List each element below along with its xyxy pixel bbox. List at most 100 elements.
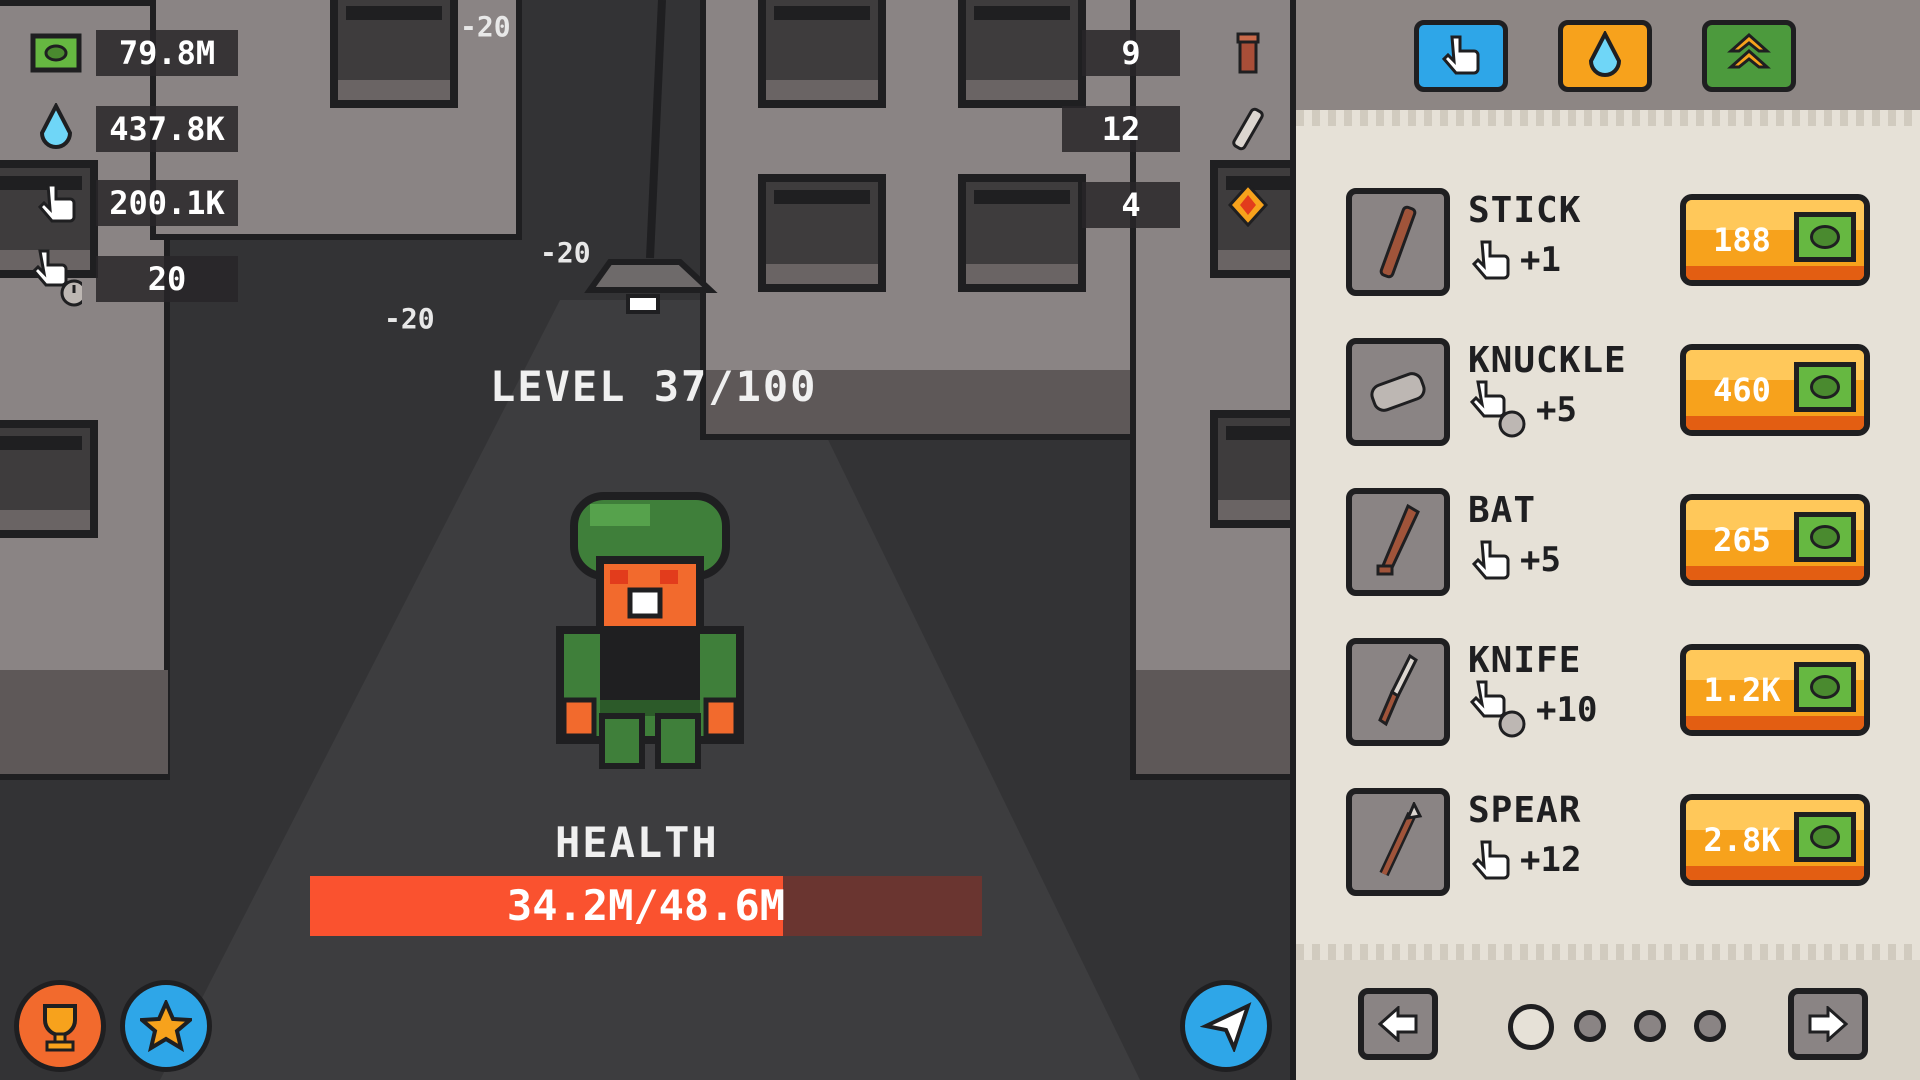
cash-icon	[1794, 362, 1856, 412]
window	[0, 420, 98, 538]
knuckle-icon	[1346, 338, 1450, 446]
cash-icon	[1794, 512, 1856, 562]
item-bonus: +1	[1468, 236, 1561, 284]
auto-tap-icon	[30, 249, 82, 307]
bat-icon	[1346, 488, 1450, 596]
water-drop-icon	[1588, 31, 1622, 77]
window	[330, 0, 458, 108]
health-label: HEALTH	[555, 818, 719, 867]
shop-pagination	[1296, 960, 1920, 1080]
buy-spear-button[interactable]: 2.8K	[1680, 794, 1870, 886]
fire-hydrant-icon[interactable]	[1222, 30, 1274, 76]
knife-icon	[1346, 638, 1450, 746]
damage-popup: -20	[460, 10, 511, 43]
level-label: LEVEL 37/100	[490, 362, 818, 411]
star-icon	[140, 1000, 192, 1052]
buy-knuckle-button[interactable]: 460	[1680, 344, 1870, 436]
buy-price: 1.2K	[1703, 671, 1781, 709]
buy-price: 2.8K	[1703, 821, 1781, 859]
window	[758, 174, 886, 292]
buy-bat-button[interactable]: 265	[1680, 494, 1870, 586]
trophy-icon	[43, 1004, 77, 1052]
arrow-left-icon	[1378, 1006, 1418, 1042]
buy-knife-button[interactable]: 1.2K	[1680, 644, 1870, 736]
shop-item-spear: SPEAR +12 2.8K	[1296, 784, 1920, 904]
street-lamp	[584, 0, 718, 314]
window	[758, 0, 886, 108]
item-bonus-value: +10	[1536, 690, 1598, 730]
bandage-count: 12	[1062, 106, 1180, 152]
item-bonus: +5	[1468, 380, 1577, 438]
shop-item-knuckle: KNUCKLE +5 460	[1296, 334, 1920, 454]
hydrant-count: 9	[1082, 30, 1180, 76]
cash-value: 79.8M	[96, 30, 238, 76]
shop-item-bat: BAT +5 265	[1296, 484, 1920, 604]
prev-page-button[interactable]	[1358, 988, 1438, 1060]
share-button[interactable]	[1180, 980, 1272, 1072]
tab-tap-upgrades[interactable]	[1414, 20, 1508, 92]
cash-icon	[1794, 812, 1856, 862]
item-name: BAT	[1468, 490, 1537, 531]
window	[958, 0, 1086, 108]
health-bar: 34.2M/48.6M	[310, 876, 982, 936]
tap-hand-icon	[1471, 840, 1510, 880]
auto-tap-icon	[1469, 380, 1526, 438]
bandage-icon[interactable]	[1222, 106, 1274, 152]
buy-price: 188	[1713, 221, 1771, 259]
item-bonus-value: +5	[1536, 390, 1577, 430]
page-dot-1[interactable]	[1508, 1004, 1554, 1050]
game-screen: -20 -20 -20 79.8M 437.8K 200.1K 20 9 12 …	[0, 0, 1920, 1080]
auto-tap-value: 20	[96, 256, 238, 302]
item-bonus-value: +5	[1520, 540, 1561, 580]
page-dot-3[interactable]	[1634, 1010, 1666, 1042]
spear-icon	[1346, 788, 1450, 896]
auto-tap-icon	[1469, 680, 1526, 738]
cash-icon	[1794, 212, 1856, 262]
buy-stick-button[interactable]: 188	[1680, 194, 1870, 286]
enemy-soldier[interactable]	[550, 480, 750, 780]
item-name: SPEAR	[1468, 790, 1582, 831]
item-bonus: +12	[1468, 836, 1581, 884]
item-bonus-value: +12	[1520, 840, 1582, 880]
tab-rank-upgrades[interactable]	[1702, 20, 1796, 92]
page-dot-4[interactable]	[1694, 1010, 1726, 1042]
tab-water-upgrades[interactable]	[1558, 20, 1652, 92]
shop-item-knife: KNIFE +10 1.2K	[1296, 634, 1920, 754]
trophy-button[interactable]	[14, 980, 106, 1072]
item-bonus: +5	[1468, 536, 1561, 584]
next-page-button[interactable]	[1788, 988, 1868, 1060]
window	[1210, 410, 1290, 528]
water-value: 437.8K	[96, 106, 238, 152]
item-bonus: +10	[1468, 680, 1598, 738]
shop-panel: STICK +1 188 KNUCKLE +5 460 BAT +5 265 K…	[1290, 0, 1920, 1080]
window	[958, 174, 1086, 292]
water-drop-icon	[30, 103, 82, 152]
page-dot-2[interactable]	[1574, 1010, 1606, 1042]
shop-item-stick: STICK +1 188	[1296, 184, 1920, 304]
cash-icon	[30, 30, 82, 76]
cash-icon	[1794, 662, 1856, 712]
damage-popup: -20	[540, 236, 591, 269]
buy-price: 265	[1713, 521, 1771, 559]
arrow-right-icon	[1808, 1006, 1848, 1042]
item-name: KNIFE	[1468, 640, 1582, 681]
rank-chevron-icon	[1727, 32, 1771, 69]
item-name: STICK	[1468, 190, 1582, 231]
tap-power-value: 200.1K	[96, 180, 238, 226]
tap-hand-icon	[1441, 35, 1480, 75]
stick-icon	[1346, 188, 1450, 296]
gem-icon[interactable]	[1222, 182, 1274, 228]
buy-price: 460	[1713, 371, 1771, 409]
star-button[interactable]	[120, 980, 212, 1072]
damage-popup: -20	[384, 302, 435, 335]
tap-hand-icon	[1471, 240, 1510, 280]
street-scene[interactable]: -20 -20 -20 79.8M 437.8K 200.1K 20 9 12 …	[0, 0, 1290, 1080]
tap-hand-icon	[1471, 540, 1510, 580]
gem-count: 4	[1082, 182, 1180, 228]
item-bonus-value: +1	[1520, 240, 1561, 280]
tap-hand-icon	[30, 180, 82, 226]
paper-plane-icon	[1200, 1002, 1252, 1052]
shop-tabs	[1296, 0, 1920, 110]
item-name: KNUCKLE	[1468, 340, 1627, 381]
health-value: 34.2M/48.6M	[506, 881, 786, 930]
